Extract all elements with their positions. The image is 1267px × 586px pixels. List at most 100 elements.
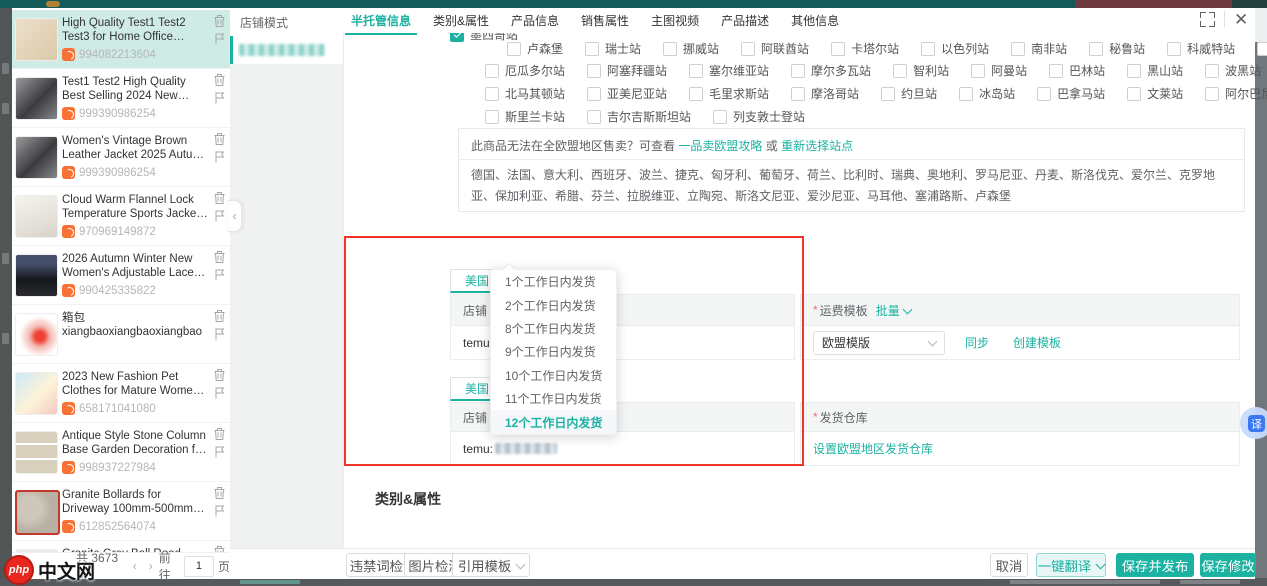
flag-icon[interactable] (215, 505, 225, 517)
save-edit-button[interactable]: 保存修改 (1200, 553, 1256, 577)
site-checkbox-item[interactable]: 阿塞拜疆站 (587, 62, 667, 79)
dropdown-option[interactable]: 1个工作日内发货 (491, 270, 616, 293)
flag-icon[interactable] (215, 92, 225, 104)
site-checkbox-item[interactable]: 瑞士站 (585, 40, 641, 57)
site-checkbox-item[interactable]: 毛里求斯站 (689, 85, 769, 102)
delete-icon[interactable] (214, 369, 225, 381)
site-checkbox-item[interactable]: 卢森堡 (507, 40, 563, 57)
checkbox-icon[interactable] (1127, 87, 1141, 101)
checkbox-icon[interactable] (585, 42, 599, 56)
product-card[interactable]: Granite Bollards for Driveway 100mm-500m… (12, 482, 230, 541)
close-icon[interactable]: ✕ (1234, 12, 1248, 27)
eu-template-select[interactable]: 欧盟模版 (813, 331, 945, 355)
checkbox-icon[interactable] (921, 42, 935, 56)
dropdown-option[interactable]: 11个工作日内发货 (491, 387, 616, 410)
product-card[interactable]: Antique Style Stone Column Base Garden D… (12, 423, 230, 482)
checkbox-icon[interactable] (893, 64, 907, 78)
set-eu-warehouse-link[interactable]: 设置欧盟地区发货仓库 (813, 440, 933, 457)
delete-icon[interactable] (214, 487, 225, 499)
checkbox-icon[interactable] (1049, 64, 1063, 78)
checkbox-icon[interactable] (881, 87, 895, 101)
delete-icon[interactable] (214, 428, 225, 440)
quote-template-button[interactable]: 引用模板 (452, 553, 530, 577)
shop-item-selected[interactable] (230, 36, 343, 64)
site-checkbox-item[interactable]: 摩洛哥站 (791, 85, 859, 102)
dropdown-option[interactable]: 12个工作日内发货 (491, 410, 616, 433)
next-page-arrow[interactable]: › (143, 559, 159, 573)
tab-1[interactable]: 半托管信息 (351, 8, 411, 33)
flag-icon[interactable] (215, 387, 225, 399)
checkbox-icon[interactable] (485, 64, 499, 78)
browser-translate-bubble[interactable]: 译 (1240, 407, 1267, 439)
flag-icon[interactable] (215, 151, 225, 163)
site-checkbox-item[interactable]: 斯里兰卡站 (485, 108, 565, 125)
delete-icon[interactable] (214, 15, 225, 27)
checkbox-icon[interactable] (1089, 42, 1103, 56)
checkbox-icon[interactable] (485, 87, 499, 101)
dropdown-option[interactable]: 8个工作日内发货 (491, 317, 616, 340)
site-checkbox-item[interactable]: 摩尔多瓦站 (791, 62, 871, 79)
site-checkbox-item[interactable]: 波黑站 (1205, 62, 1261, 79)
checkbox-icon[interactable] (587, 110, 601, 124)
checkbox-icon[interactable] (713, 110, 727, 124)
delete-icon[interactable] (214, 192, 225, 204)
site-checkbox-item[interactable]: 文莱站 (1127, 85, 1183, 102)
checkbox-icon[interactable] (959, 87, 973, 101)
sync-link[interactable]: 同步 (965, 334, 989, 351)
site-checkbox-item[interactable]: 卡塔尔站 (831, 40, 899, 57)
checkbox-icon[interactable] (1205, 64, 1219, 78)
site-checkbox-item[interactable]: 阿尔巴尼亚站 (1205, 85, 1267, 102)
site-checkbox-item[interactable]: 科威特站 (1167, 40, 1235, 57)
site-checkbox-item[interactable]: 南非站 (1011, 40, 1067, 57)
checkbox-icon[interactable] (1011, 42, 1025, 56)
cancel-button[interactable]: 取消 (990, 553, 1028, 577)
translate-button[interactable]: 一键翻译 (1036, 553, 1106, 577)
product-card[interactable]: High Quality Test1 Test2 Test3 for Home … (12, 10, 230, 69)
checkbox-icon[interactable] (689, 64, 703, 78)
prev-page-arrow[interactable]: ‹ (127, 559, 143, 573)
flag-icon[interactable] (215, 446, 225, 458)
checkbox-icon[interactable] (587, 64, 601, 78)
dropdown-option[interactable]: 2个工作日内发货 (491, 293, 616, 316)
checkbox-icon[interactable] (1167, 42, 1181, 56)
batch-link[interactable]: 批量 (876, 302, 911, 319)
site-checkbox-item[interactable]: 约旦站 (881, 85, 937, 102)
save-publish-button[interactable]: 保存并发布 (1116, 553, 1194, 577)
site-checkbox-item[interactable]: 巴林站 (1049, 62, 1105, 79)
flag-icon[interactable] (215, 33, 225, 45)
page-number-input[interactable] (184, 556, 214, 577)
dropdown-option[interactable]: 10个工作日内发货 (491, 364, 616, 387)
site-checkbox-item[interactable]: 智利站 (893, 62, 949, 79)
product-card[interactable]: Test1 Test2 High Quality Best Selling 20… (12, 69, 230, 128)
site-checkbox-item[interactable]: 塞尔维亚站 (689, 62, 769, 79)
site-checkbox-item[interactable]: 以色列站 (921, 40, 989, 57)
flag-icon[interactable] (215, 269, 225, 281)
sidebar-collapse-handle[interactable]: ‹ (228, 200, 242, 232)
checkbox-icon[interactable] (689, 87, 703, 101)
tab-3[interactable]: 产品信息 (511, 8, 559, 33)
site-checkbox-item[interactable]: 列支敦士登站 (713, 108, 805, 125)
checkbox-icon[interactable] (791, 87, 805, 101)
checkbox-icon[interactable] (741, 42, 755, 56)
tab-7[interactable]: 其他信息 (791, 8, 839, 33)
checkbox-icon[interactable] (791, 64, 805, 78)
reselect-sites-link[interactable]: 重新选择站点 (781, 139, 853, 153)
flag-icon[interactable] (215, 210, 225, 222)
tab-5[interactable]: 主图视频 (651, 8, 699, 33)
checkbox-icon[interactable] (831, 42, 845, 56)
product-card[interactable]: Women's Vintage Brown Leather Jacket 202… (12, 128, 230, 187)
site-checkbox-item[interactable]: 亚美尼亚站 (587, 85, 667, 102)
create-template-link[interactable]: 创建模板 (1013, 334, 1061, 351)
product-card[interactable]: 箱包xiangbaoxiangbaoxiangbao (12, 305, 230, 364)
checkbox-icon[interactable] (1037, 87, 1051, 101)
checkbox-icon[interactable] (1257, 42, 1267, 56)
site-checkbox-item[interactable]: 吉尔吉斯斯坦站 (587, 108, 691, 125)
product-card[interactable]: 2023 New Fashion Pet Clothes for Mature … (12, 364, 230, 423)
checkbox-icon[interactable] (507, 42, 521, 56)
delete-icon[interactable] (214, 74, 225, 86)
site-checkbox-item[interactable]: 厄瓜多尔站 (485, 62, 565, 79)
site-checkbox-item[interactable]: 阿联酋站 (741, 40, 809, 57)
eu-strategy-link[interactable]: 一品卖欧盟攻略 (678, 139, 762, 153)
site-checkbox-item[interactable]: 冰岛站 (959, 85, 1015, 102)
tab-4[interactable]: 销售属性 (581, 8, 629, 33)
